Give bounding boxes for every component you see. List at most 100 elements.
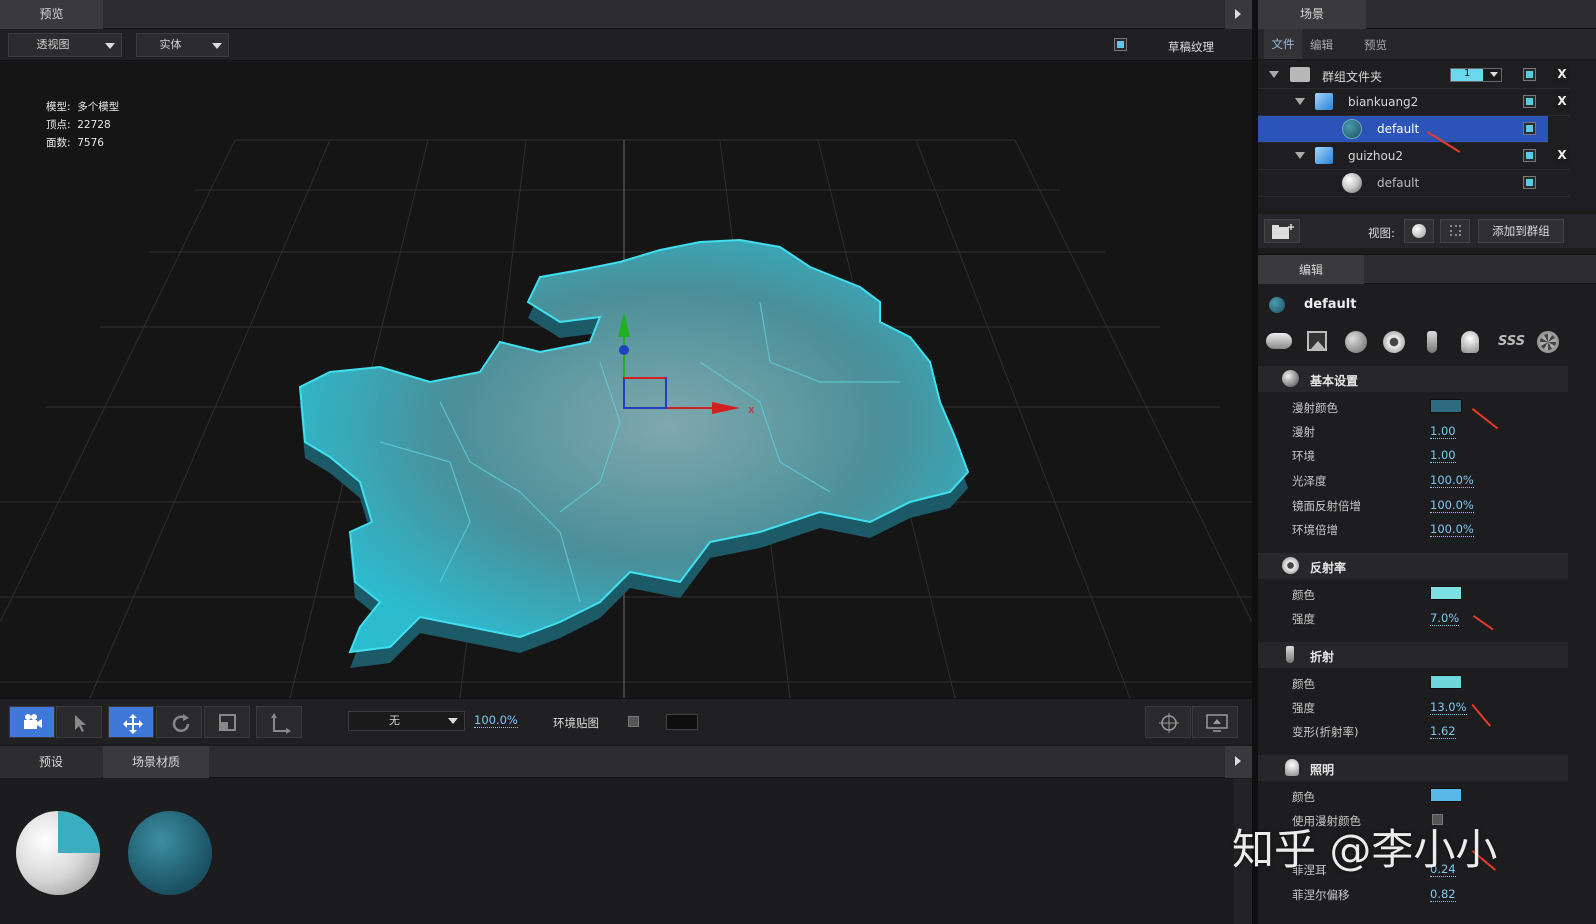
reflection-strength-value[interactable]: 7.0% <box>1430 611 1460 626</box>
amb-mult-value[interactable]: 100.0% <box>1430 522 1474 537</box>
light-icon[interactable] <box>1461 331 1479 353</box>
section-title: 折射 <box>1310 650 1335 664</box>
illumination-color-swatch[interactable] <box>1430 788 1462 802</box>
scene-tree: 群组文件夹 1 X biankuang2 X default guizhou2 … <box>1258 60 1596 210</box>
collapse-right-icon[interactable] <box>1225 0 1252 29</box>
collapse-right-icon[interactable] <box>1225 746 1252 778</box>
diffuse-value[interactable]: 1.00 <box>1430 424 1456 439</box>
section-title: 反射率 <box>1310 561 1347 575</box>
env-map-swatch[interactable] <box>666 714 698 730</box>
sphere-icon <box>1412 224 1426 238</box>
display-button[interactable] <box>1192 706 1238 738</box>
refraction-icon[interactable] <box>1427 331 1437 353</box>
material-sphere-icon <box>1342 119 1362 139</box>
prop-label: 环境倍增 <box>1292 523 1338 537</box>
rotate-tool-button[interactable] <box>156 706 202 738</box>
diffuse-color-swatch[interactable] <box>1430 399 1462 413</box>
section-basic[interactable]: 基本设置 <box>1258 366 1568 392</box>
camera-tool-button[interactable] <box>9 706 55 738</box>
watermark: 知乎 @李小小 <box>1232 825 1498 874</box>
tab-preview[interactable]: 预览 <box>1364 37 1387 53</box>
scale-icon <box>219 714 236 731</box>
gloss-value[interactable]: 100.0% <box>1430 473 1474 488</box>
material-thumbnail[interactable] <box>16 811 100 895</box>
visibility-checkbox[interactable] <box>1523 68 1536 81</box>
prop-label: 菲涅尔偏移 <box>1292 888 1350 902</box>
stat-value: 7576 <box>77 137 104 149</box>
shading-dropdown[interactable]: 实体 <box>136 33 229 57</box>
tab-presets[interactable]: 预设 <box>0 746 102 778</box>
svg-text:x: x <box>748 403 755 416</box>
view-sphere-button[interactable] <box>1404 219 1434 243</box>
spec-mult-value[interactable]: 100.0% <box>1430 498 1474 513</box>
texture-icon[interactable] <box>1307 331 1327 351</box>
ambient-value[interactable]: 1.00 <box>1430 448 1456 463</box>
ior-value[interactable]: 1.62 <box>1430 724 1456 739</box>
new-folder-button[interactable] <box>1264 219 1300 243</box>
section-refraction[interactable]: 折射 <box>1258 642 1568 668</box>
draft-texture-checkbox[interactable] <box>1114 38 1127 51</box>
visibility-checkbox[interactable] <box>1523 122 1536 135</box>
reflection-icon[interactable] <box>1383 331 1405 353</box>
prop-label: 漫射颜色 <box>1292 401 1338 415</box>
materials-area <box>0 779 1252 924</box>
view-cubes-button[interactable] <box>1440 219 1470 243</box>
material-sphere-icon <box>1342 173 1362 193</box>
scene-subtabs: 文件 编辑 预览 <box>1258 29 1596 59</box>
tab-edit-panel[interactable]: 编辑 <box>1258 255 1364 285</box>
env-map-label: 环境贴图 <box>553 716 599 730</box>
reflection-color-swatch[interactable] <box>1430 586 1462 600</box>
scale-tool-button[interactable] <box>204 706 250 738</box>
environment-percent[interactable]: 100.0% <box>474 713 518 728</box>
move-tool-button[interactable] <box>108 706 154 738</box>
cube-icon <box>1315 93 1333 110</box>
visibility-checkbox[interactable] <box>1523 95 1536 108</box>
visibility-checkbox[interactable] <box>1523 176 1536 189</box>
tab-edit[interactable]: 编辑 <box>1310 37 1333 53</box>
group-count-slider[interactable]: 1 <box>1450 68 1502 82</box>
axis-tool-button[interactable] <box>256 706 302 738</box>
tree-item-default-selected[interactable]: default <box>1258 116 1548 143</box>
view-mode-dropdown[interactable]: 透视图 <box>8 33 122 57</box>
material-type-icon[interactable] <box>1266 333 1292 349</box>
material-thumbnail[interactable] <box>128 811 212 895</box>
add-to-group-button[interactable]: 添加到群组 <box>1478 219 1564 243</box>
tab-scene-materials[interactable]: 场景材质 <box>103 746 209 778</box>
tab-scene[interactable]: 场景 <box>1258 0 1366 29</box>
delete-icon[interactable]: X <box>1554 146 1570 164</box>
stat-label: 面数: <box>46 137 71 149</box>
material-name: default <box>1304 297 1357 312</box>
env-map-checkbox[interactable] <box>628 716 639 727</box>
refraction-strength-value[interactable]: 13.0% <box>1430 700 1467 715</box>
section-title: 照明 <box>1310 763 1335 777</box>
cubes-icon <box>1450 225 1461 236</box>
crosshair-icon <box>1159 713 1179 733</box>
tab-preview[interactable]: 预览 <box>0 0 103 29</box>
stat-label: 顶点: <box>46 119 71 131</box>
prop-label: 漫射 <box>1292 425 1315 439</box>
select-tool-button[interactable] <box>56 706 102 738</box>
visibility-checkbox[interactable] <box>1523 149 1536 162</box>
sss-icon[interactable]: SSS <box>1498 334 1525 349</box>
focus-button[interactable] <box>1145 706 1191 738</box>
tab-file[interactable]: 文件 <box>1264 29 1302 59</box>
misc-icon[interactable] <box>1537 331 1559 353</box>
section-reflection[interactable]: 反射率 <box>1258 553 1568 579</box>
delete-icon[interactable]: X <box>1554 92 1570 110</box>
section-illumination[interactable]: 照明 <box>1258 755 1568 781</box>
expand-icon <box>1295 98 1305 105</box>
fresnel-offset-value[interactable]: 0.82 <box>1430 887 1456 902</box>
cursor-icon <box>75 715 86 732</box>
prop-label: 变形(折射率) <box>1292 725 1359 739</box>
3d-viewport[interactable]: x 模型: 多个模型 顶点: 22728 面数: 7576 <box>0 62 1252 698</box>
delete-icon[interactable]: X <box>1554 65 1570 83</box>
environment-select[interactable]: 无 <box>348 711 465 731</box>
view-label: 视图: <box>1368 226 1395 240</box>
light-icon <box>1285 759 1299 776</box>
chevron-down-icon <box>105 43 115 49</box>
refraction-color-swatch[interactable] <box>1430 675 1462 689</box>
sphere-icon[interactable] <box>1345 331 1367 353</box>
prop-label: 强度 <box>1292 612 1315 626</box>
material-header-icon <box>1269 297 1285 313</box>
sphere-icon <box>1282 370 1299 387</box>
